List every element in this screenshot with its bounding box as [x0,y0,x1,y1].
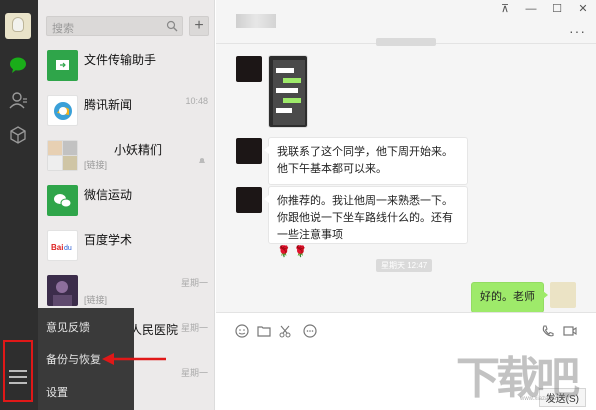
menu-icon[interactable] [9,370,27,386]
message-bubble[interactable]: 我联系了这个同学，他下周开始来。他下午基本都可以来。 [264,137,468,185]
pin-button[interactable]: ⊼ [492,0,518,18]
chat-preview: [链接] [84,160,108,170]
baidu-scholar-logo: Bai du [47,230,78,261]
menu-item-feedback[interactable]: 意见反馈 [46,319,90,335]
chat-name: 小妖精们 [114,143,163,157]
svg-text:du: du [64,245,72,252]
watermark-logo: 下载吧 [456,353,580,404]
timestamp: 星期天 12:47 [376,259,433,272]
contact-avatar [47,275,78,306]
video-call-icon[interactable] [562,323,578,339]
folder-icon [47,50,78,81]
chat-icon[interactable] [7,54,29,76]
minimize-button[interactable]: — [518,0,544,18]
window-controls: ⊼ — ☐ ✕ [492,0,596,20]
emoji-icon[interactable] [234,323,250,339]
more-button[interactable]: ··· [569,23,586,39]
image-message[interactable] [268,55,308,128]
voice-call-icon[interactable] [540,323,556,339]
my-message-bubble[interactable]: 好的。老师 [471,282,548,313]
add-button[interactable]: + [189,16,209,36]
chat-name: 人民医院 [130,323,179,337]
group-avatar [47,140,78,171]
sender-avatar[interactable] [236,187,262,213]
scissors-icon[interactable] [278,323,294,339]
favorites-icon[interactable] [7,124,29,146]
message-bubble[interactable]: 你推荐的。我让他周一来熟悉一下。你跟他说一下坐车路线什么的。还有一些注意事项 🌹… [264,186,468,258]
chat-name: 腾讯新闻 [84,98,133,112]
rose-emoji: 🌹 🌹 [277,246,308,258]
chat-item-baidu-scholar[interactable]: Bai du 百度学术 [38,224,215,269]
chat-preview: [链接] [84,295,108,305]
close-button[interactable]: ✕ [570,0,596,18]
wechat-sport-icon [47,185,78,216]
chat-item-file-transfer[interactable]: 文件传输助手 [38,44,215,89]
sender-avatar[interactable] [236,138,262,164]
search-input[interactable]: 搜索 [46,16,183,36]
mute-icon [199,158,205,164]
user-avatar[interactable] [5,13,31,39]
chat-name: 百度学术 [84,233,133,247]
chat-item-tencent-news[interactable]: 腾讯新闻 10:48 [38,89,215,134]
chat-name: 微信运动 [84,188,133,202]
chat-time: 星期一 [180,278,208,288]
folder-icon[interactable] [256,323,272,339]
chat-time: 10:48 [185,96,208,106]
sender-avatar[interactable] [236,56,262,82]
search-icon [166,20,178,32]
chat-title [236,14,276,28]
watermark-url: www.xiazaiba.com [520,396,570,402]
chat-name: 文件传输助手 [84,53,157,67]
timestamp-top [376,38,436,46]
chat-item-group[interactable]: 小妖精们 [链接] [38,134,215,179]
message-text: 你推荐的。我让他周一来熟悉一下。你跟他说一下坐车路线什么的。还有一些注意事项 [277,195,453,241]
wechat-window: 搜索 + 文件传输助手 腾讯新闻 10:48 小妖精们 [链接] 微信运动 Ba… [0,0,596,410]
my-avatar[interactable] [550,282,576,308]
search-bar: 搜索 + [46,16,221,36]
search-placeholder: 搜索 [52,23,74,35]
chat-item-wechat-sport[interactable]: 微信运动 [38,179,215,224]
contacts-icon[interactable] [7,89,29,111]
nav-rail [0,0,38,410]
chat-time: 星期一 [180,323,208,333]
menu-item-settings[interactable]: 设置 [46,384,68,400]
tencent-news-icon [47,95,78,126]
chat-time: 星期一 [180,368,208,378]
chat-history-icon[interactable] [302,323,318,339]
menu-item-backup-restore[interactable]: 备份与恢复 [46,351,101,367]
svg-text:Bai: Bai [51,243,63,252]
red-arrow [102,353,166,365]
maximize-button[interactable]: ☐ [544,0,570,18]
